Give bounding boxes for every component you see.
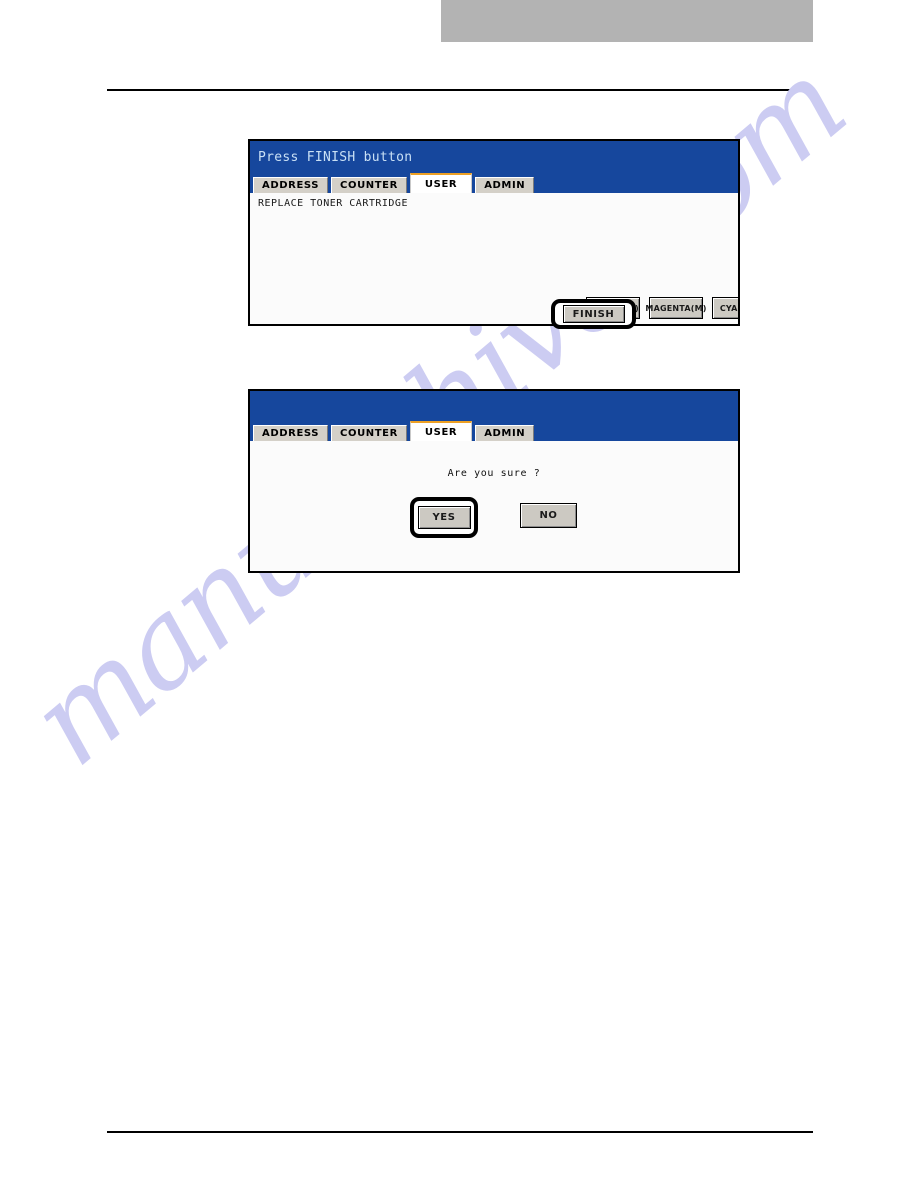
- yes-button-callout: YES: [410, 497, 478, 538]
- tab-counter-2[interactable]: COUNTER: [331, 425, 407, 441]
- tab-address-2[interactable]: ADDRESS: [253, 425, 329, 441]
- tab-admin[interactable]: ADMIN: [475, 177, 535, 193]
- toner-button-cyan[interactable]: CYAN(C): [712, 297, 738, 319]
- tab-user[interactable]: USER: [409, 173, 473, 193]
- page-header-band: [441, 0, 813, 42]
- footer-rule: [107, 1131, 813, 1133]
- header-rule: [107, 89, 813, 91]
- lcd-panel-replace-toner: Press FINISH button ADDRESS COUNTER USER…: [248, 139, 740, 326]
- tab-counter[interactable]: COUNTER: [331, 177, 407, 193]
- panel-title: Press FINISH button: [258, 150, 413, 165]
- yes-button[interactable]: YES: [417, 506, 471, 529]
- tab-address[interactable]: ADDRESS: [253, 177, 329, 193]
- replace-toner-caption: REPLACE TONER CARTRIDGE: [258, 198, 408, 209]
- tab-strip: ADDRESS COUNTER USER ADMIN: [250, 173, 537, 193]
- no-button[interactable]: NO: [520, 503, 577, 528]
- lcd-panel-confirm: ADDRESS COUNTER USER ADMIN Are you sure …: [248, 389, 740, 573]
- panel-body: REPLACE TONER CARTRIDGE YELLOW(Y) MAGENT…: [250, 193, 738, 324]
- tab-admin-2[interactable]: ADMIN: [475, 425, 535, 441]
- finish-button-callout: FINISH: [551, 299, 636, 329]
- tab-user-2[interactable]: USER: [409, 421, 473, 441]
- toner-button-magenta[interactable]: MAGENTA(M): [645, 297, 706, 319]
- tab-strip-2: ADDRESS COUNTER USER ADMIN: [250, 421, 537, 441]
- finish-button[interactable]: FINISH: [562, 305, 625, 323]
- panel-header-bar: Press FINISH button ADDRESS COUNTER USER…: [250, 141, 738, 193]
- confirm-prompt: Are you sure ?: [447, 468, 541, 479]
- panel-header-bar-2: ADDRESS COUNTER USER ADMIN: [250, 391, 738, 441]
- panel-body-2: Are you sure ?: [250, 441, 738, 571]
